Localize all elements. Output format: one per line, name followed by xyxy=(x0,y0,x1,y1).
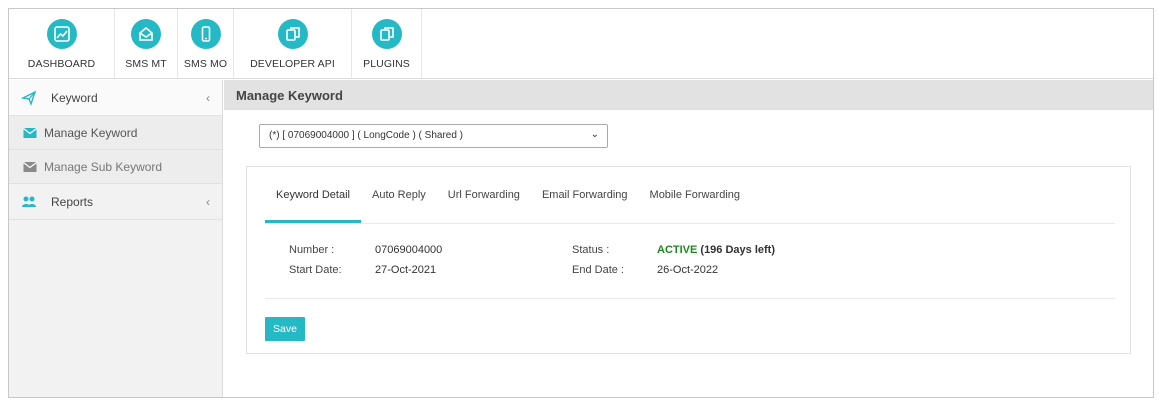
number-value: 07069004000 xyxy=(375,244,443,256)
chart-line-icon xyxy=(46,19,77,49)
nav-label-plugins: PLUGINS xyxy=(363,58,410,70)
keyword-select-value: (*) [ 07069004000 ] ( LongCode ) ( Share… xyxy=(269,130,464,141)
start-date-label: Start Date: xyxy=(289,264,342,276)
app-frame: DASHBOARD SMS MT SMS MO DEVELOPER API PL… xyxy=(8,8,1154,398)
nav-label-sms-mo: SMS MO xyxy=(183,58,228,70)
envelope-icon xyxy=(23,161,37,172)
top-nav: DASHBOARD SMS MT SMS MO DEVELOPER API PL… xyxy=(9,9,1153,79)
tab-mobile-forwarding[interactable]: Mobile Forwarding xyxy=(639,167,751,223)
chevron-down-icon: ⌄ xyxy=(590,129,599,140)
sidebar-subitem-manage-keyword[interactable]: Manage Keyword xyxy=(9,116,222,150)
sidebar-subitem-label: Manage Sub Keyword xyxy=(44,159,163,174)
end-date-label: End Date : xyxy=(572,264,624,276)
divider xyxy=(265,298,1115,299)
copy-documents-icon xyxy=(371,19,402,49)
nav-developer-api[interactable]: DEVELOPER API xyxy=(234,9,352,79)
nav-sms-mt[interactable]: SMS MT xyxy=(115,9,178,79)
tab-keyword-detail[interactable]: Keyword Detail xyxy=(265,167,361,223)
nav-label-sms-mt: SMS MT xyxy=(125,58,167,70)
page-title: Manage Keyword xyxy=(224,80,1153,110)
start-date-value: 27-Oct-2021 xyxy=(375,264,437,276)
sidebar-item-label: Keyword xyxy=(51,90,98,105)
chevron-left-icon: ‹ xyxy=(206,91,210,105)
nav-dashboard[interactable]: DASHBOARD xyxy=(9,9,115,79)
users-icon xyxy=(22,196,36,207)
number-label: Number : xyxy=(289,244,335,256)
save-button[interactable]: Save xyxy=(265,317,305,341)
envelope-open-icon xyxy=(131,19,161,49)
sidebar-item-reports[interactable]: Reports ‹ xyxy=(9,184,222,220)
status-label: Status : xyxy=(572,244,610,256)
nav-label-developer-api: DEVELOPER API xyxy=(250,58,335,70)
tab-auto-reply[interactable]: Auto Reply xyxy=(361,167,437,223)
tab-bar: Keyword Detail Auto Reply Url Forwarding… xyxy=(265,167,751,223)
tab-email-forwarding[interactable]: Email Forwarding xyxy=(531,167,639,223)
envelope-icon xyxy=(23,127,37,138)
nav-label-dashboard: DASHBOARD xyxy=(27,58,96,70)
sidebar-item-keyword[interactable]: Keyword ‹ xyxy=(9,80,222,116)
keyword-card: Keyword Detail Auto Reply Url Forwarding… xyxy=(246,166,1131,354)
copy-documents-icon xyxy=(277,19,308,49)
status-badge: ACTIVE (196 Days left) xyxy=(657,244,775,256)
chevron-left-icon: ‹ xyxy=(206,195,210,209)
status-value: ACTIVE xyxy=(657,244,698,256)
mobile-phone-icon xyxy=(190,19,221,49)
sidebar: Keyword ‹ Manage Keyword Manage Sub Keyw… xyxy=(9,80,223,397)
main-content: (*) [ 07069004000 ] ( LongCode ) ( Share… xyxy=(232,110,1145,389)
sidebar-item-label: Reports xyxy=(51,194,94,209)
sidebar-subitem-manage-sub-keyword[interactable]: Manage Sub Keyword xyxy=(9,150,222,184)
paper-plane-icon xyxy=(21,90,37,106)
end-date-value: 26-Oct-2022 xyxy=(657,264,719,276)
nav-sms-mo[interactable]: SMS MO xyxy=(178,9,234,79)
tab-divider xyxy=(265,223,1115,224)
nav-plugins[interactable]: PLUGINS xyxy=(352,9,422,79)
sidebar-subitem-label: Manage Keyword xyxy=(44,125,138,140)
status-days-left: (196 Days left) xyxy=(697,244,775,256)
keyword-select[interactable]: (*) [ 07069004000 ] ( LongCode ) ( Share… xyxy=(259,124,608,148)
tab-url-forwarding[interactable]: Url Forwarding xyxy=(437,167,531,223)
